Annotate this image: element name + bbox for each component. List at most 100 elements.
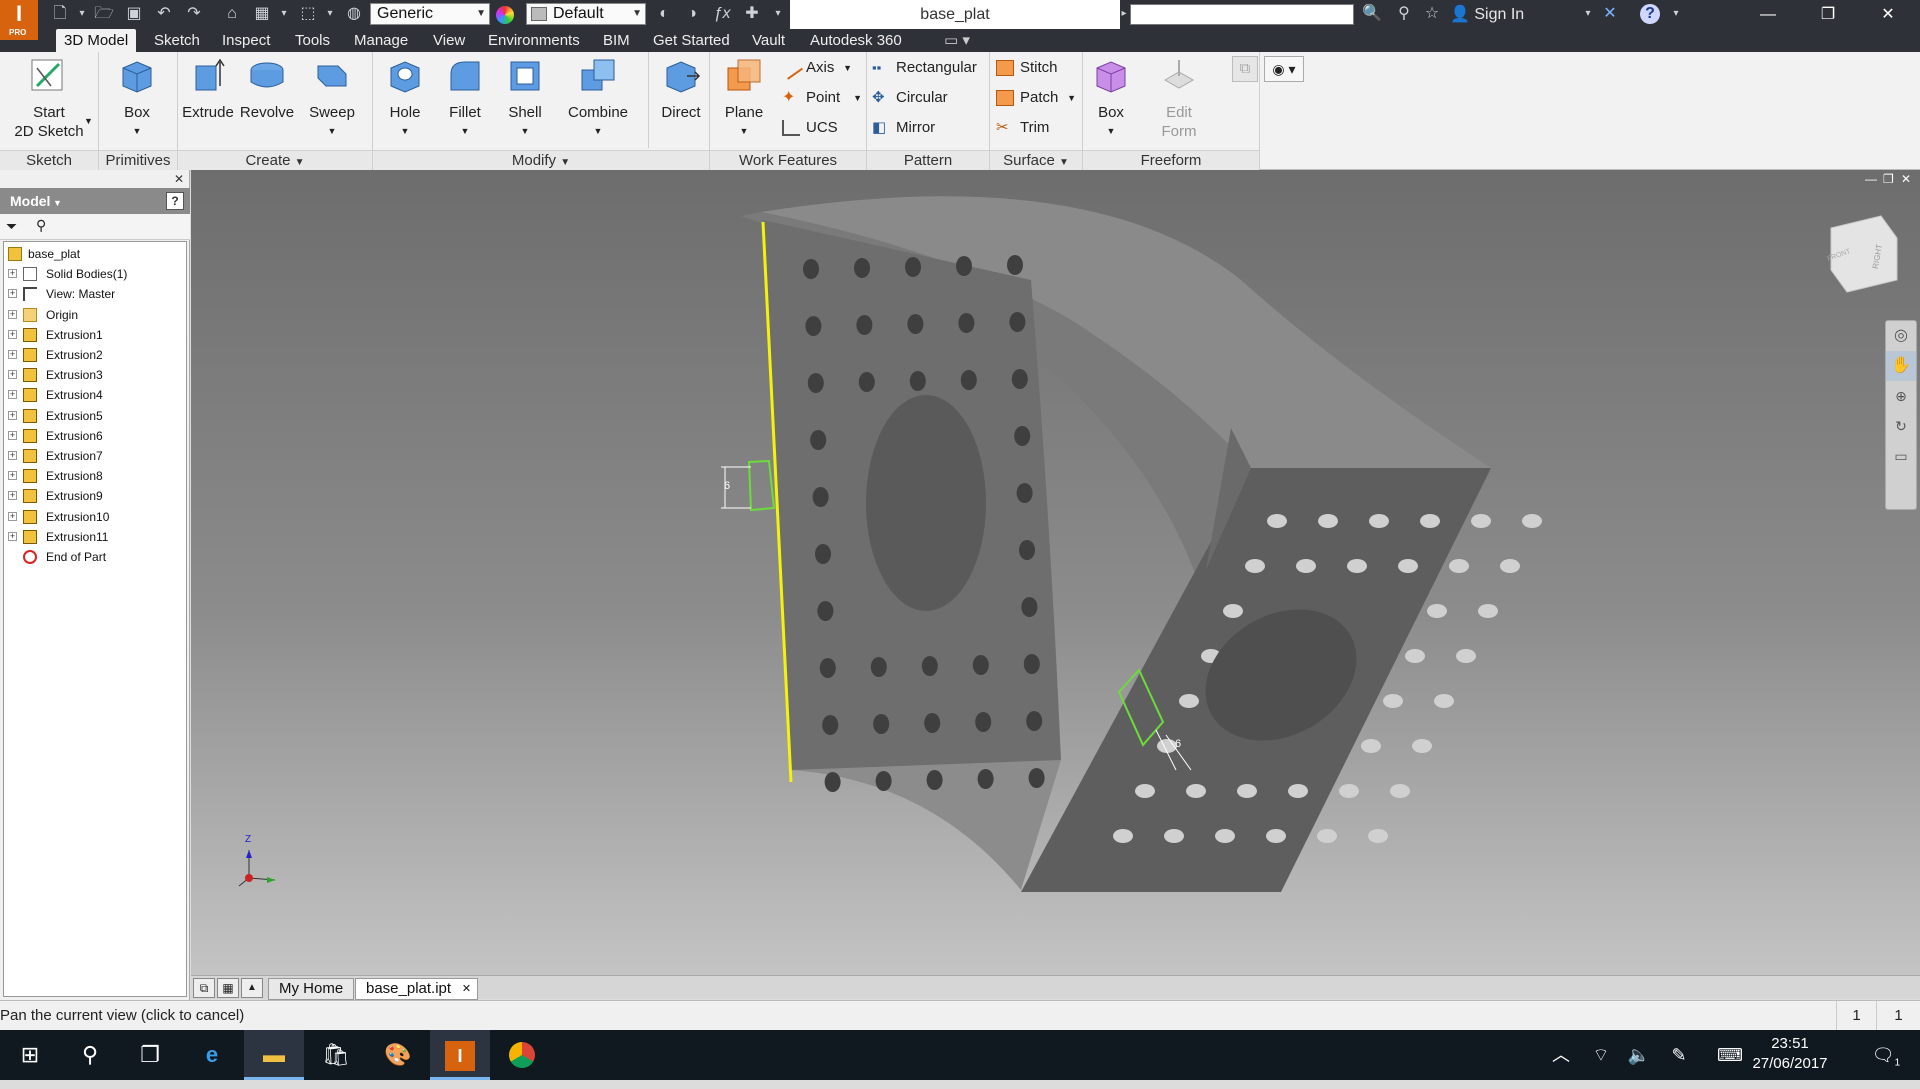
search-icon[interactable]: ⚲ — [60, 1030, 120, 1080]
redo-icon[interactable]: ↷ — [182, 3, 206, 25]
help-icon[interactable]: ? — [1640, 4, 1660, 24]
expand-icon[interactable]: + — [8, 390, 17, 400]
look-at-icon[interactable]: ▭ — [1886, 441, 1916, 471]
pen-icon[interactable]: ✎ — [1664, 1030, 1694, 1080]
tree-node[interactable]: End of Part — [4, 547, 184, 567]
tab-base-plat-ipt[interactable]: base_plat.ipt ✕ — [355, 978, 479, 1000]
tree-node[interactable]: + Extrusion4 — [4, 385, 184, 405]
expand-icon[interactable]: + — [8, 531, 17, 541]
expand-icon[interactable]: + — [8, 491, 17, 501]
tab-list-icon[interactable]: ▲ — [241, 978, 263, 998]
cascade-icon[interactable]: ⧉ — [193, 978, 215, 998]
tree-node[interactable]: + Extrusion7 — [4, 446, 184, 466]
axis-button[interactable]: Axis ▼ — [776, 56, 852, 80]
dimension-label-left[interactable]: 6 — [724, 480, 730, 492]
expand-icon[interactable]: + — [8, 329, 17, 339]
home-icon[interactable]: ⌂ — [220, 3, 244, 25]
windows-start-icon[interactable]: ⊞ — [0, 1030, 60, 1080]
search-input[interactable] — [1130, 4, 1354, 25]
tab-manage[interactable]: Manage — [346, 29, 416, 52]
clear-icon[interactable]: ◑ — [680, 3, 704, 25]
mirror-button[interactable]: ◧ Mirror — [866, 116, 986, 140]
start-2d-sketch-button[interactable]: Start 2D Sketch — [10, 56, 88, 141]
sweep-button[interactable]: Sweep ▼ — [302, 56, 362, 141]
stitch-button[interactable]: Stitch — [990, 56, 1080, 80]
tab-my-home[interactable]: My Home — [268, 978, 355, 1000]
open-folder-icon[interactable]: 🗁 — [92, 3, 116, 25]
exchange-icon[interactable]: ✕ — [1598, 3, 1622, 25]
tab-environments[interactable]: Environments — [480, 29, 588, 52]
expand-icon[interactable]: + — [8, 471, 17, 481]
expand-icon[interactable]: + — [8, 410, 17, 420]
clock[interactable]: 23:51 27/06/2017 — [1740, 1034, 1840, 1074]
new-file-icon[interactable]: 🗋 — [48, 3, 72, 25]
expand-icon[interactable]: + — [8, 430, 17, 440]
pan-icon[interactable]: ✋ — [1886, 351, 1916, 381]
box-primitive-button[interactable]: Box ▼ — [104, 56, 170, 141]
file-explorer-icon[interactable]: ▬ — [244, 1030, 304, 1080]
trim-button[interactable]: ✂ Trim — [990, 116, 1080, 140]
edge-browser-icon[interactable]: e — [182, 1030, 242, 1080]
save-icon[interactable]: ▣ — [122, 3, 146, 25]
notifications-icon[interactable]: 🗨1 — [1866, 1030, 1906, 1080]
add-icon[interactable]: ✚ — [740, 3, 764, 25]
volume-icon[interactable]: 🔈 — [1624, 1030, 1654, 1080]
tile-icon[interactable]: ▦ — [217, 978, 239, 998]
ribbon-options-button[interactable]: ◉ ▾ — [1264, 56, 1304, 82]
hole-button[interactable]: Hole ▼ — [378, 56, 432, 141]
expand-icon[interactable]: + — [8, 370, 17, 380]
plane-button[interactable]: Plane ▼ — [716, 56, 772, 141]
tree-node[interactable]: + Extrusion3 — [4, 365, 184, 385]
tree-node[interactable]: base_plat — [4, 244, 184, 264]
wifi-icon[interactable]: ⌔ — [1586, 1030, 1616, 1080]
direct-button[interactable]: Direct — [654, 56, 708, 122]
undo-icon[interactable]: ↶ — [152, 3, 176, 25]
tree-node[interactable]: + Extrusion10 — [4, 507, 184, 527]
close-browser-icon[interactable]: ✕ — [174, 172, 184, 186]
dimension-label-right[interactable]: 6 — [1175, 738, 1181, 750]
combine-button[interactable]: Combine ▼ — [560, 56, 636, 141]
revolve-button[interactable]: Revolve — [238, 56, 296, 122]
close-icon[interactable]: ✕ — [1860, 0, 1916, 29]
steering-wheel-icon[interactable]: ◎ — [1886, 321, 1916, 351]
panel-title-create[interactable]: Create ▼ — [178, 150, 372, 170]
tree-node[interactable]: + Extrusion5 — [4, 406, 184, 426]
browser-header[interactable]: Model ▼ ? — [0, 188, 190, 214]
tab-get-started[interactable]: Get Started — [645, 29, 738, 52]
tab-vault[interactable]: Vault — [744, 29, 793, 52]
dropdown-icon[interactable]: ▾ — [70, 3, 94, 25]
tab-autodesk-360[interactable]: Autodesk 360 — [802, 29, 910, 52]
tree-node[interactable]: + Extrusion9 — [4, 486, 184, 506]
circular-pattern-button[interactable]: ✥ Circular — [866, 86, 986, 110]
restore-icon[interactable]: ❐ — [1800, 0, 1856, 29]
shell-button[interactable]: Shell ▼ — [498, 56, 552, 141]
parameters-icon[interactable]: ƒx — [710, 3, 734, 25]
tab-inspect[interactable]: Inspect — [214, 29, 278, 52]
viewport-close-icon[interactable]: ✕ — [1901, 172, 1911, 186]
orbit-icon[interactable]: ↻ — [1886, 411, 1916, 441]
image-icon[interactable]: ▦ — [250, 3, 274, 25]
chrome-icon[interactable] — [492, 1030, 552, 1080]
paint-icon[interactable]: 🎨 — [368, 1030, 428, 1080]
expand-icon[interactable]: + — [8, 289, 17, 299]
customize-dropdown-icon[interactable]: ▾ — [766, 3, 790, 25]
help-icon[interactable]: ? — [166, 192, 184, 210]
tab-sketch[interactable]: Sketch — [146, 29, 208, 52]
color-wheel-icon[interactable]: ◍ — [342, 3, 366, 25]
expand-icon[interactable]: + — [8, 451, 17, 460]
viewport-minimize-icon[interactable]: — — [1865, 172, 1877, 186]
tree-node[interactable]: + Extrusion2 — [4, 345, 184, 365]
expand-icon[interactable]: + — [8, 309, 17, 319]
expand-icon[interactable]: + — [8, 350, 17, 359]
dropdown-icon[interactable]: ▾ — [272, 3, 296, 25]
point-button[interactable]: ✦ Point ▼ — [776, 86, 862, 110]
tree-node[interactable]: + View: Master — [4, 284, 184, 304]
material-dropdown[interactable]: Generic ▼ — [370, 3, 490, 25]
panel-title-surface[interactable]: Surface ▼ — [990, 150, 1082, 170]
tab-3d-model[interactable]: 3D Model — [56, 29, 137, 52]
chevron-down-icon[interactable]: ▾ — [1576, 3, 1600, 25]
tree-node[interactable]: + Extrusion11 — [4, 527, 184, 547]
patch-button[interactable]: Patch ▼ — [990, 86, 1076, 110]
close-tab-icon[interactable]: ✕ — [462, 979, 471, 999]
tree-node[interactable]: + Origin — [4, 305, 184, 325]
